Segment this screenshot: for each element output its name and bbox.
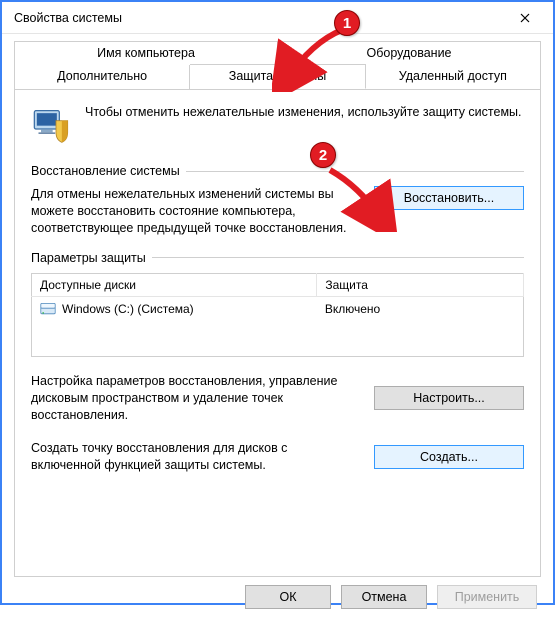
group-system-restore: Восстановление системы Для отмены нежела… — [31, 164, 524, 237]
divider — [152, 257, 524, 258]
intro-text: Чтобы отменить нежелательные изменения, … — [85, 104, 522, 146]
tab-advanced[interactable]: Дополнительно — [14, 65, 190, 90]
tab-strip: Имя компьютера Оборудование Дополнительн… — [2, 34, 553, 89]
tab-computer-name[interactable]: Имя компьютера — [14, 41, 278, 65]
annotation-badge-1: 1 — [334, 10, 360, 36]
ok-button[interactable]: ОК — [245, 585, 331, 609]
tab-remote[interactable]: Удаленный доступ — [366, 65, 541, 90]
panel-system-protection: Чтобы отменить нежелательные изменения, … — [14, 89, 541, 577]
drive-name: Windows (C:) (Система) — [62, 302, 194, 316]
configure-button[interactable]: Настроить... — [374, 386, 524, 410]
shield-monitor-icon — [31, 104, 73, 146]
drive-status: Включено — [317, 296, 524, 321]
close-icon — [520, 13, 530, 23]
legend-system-restore: Восстановление системы — [31, 164, 180, 178]
tab-system-protection[interactable]: Защита системы — [190, 64, 365, 89]
legend-protection: Параметры защиты — [31, 251, 146, 265]
create-point-description: Создать точку восстановления для дисков … — [31, 440, 356, 474]
configure-description: Настройка параметров восстановления, упр… — [31, 373, 356, 424]
create-point-button[interactable]: Создать... — [374, 445, 524, 469]
restore-button[interactable]: Восстановить... — [374, 186, 524, 210]
drives-table[interactable]: Доступные диски Защита Windows (C:) (Си — [31, 273, 524, 358]
close-button[interactable] — [505, 4, 545, 32]
titlebar: Свойства системы — [2, 2, 553, 34]
col-protection[interactable]: Защита — [317, 273, 524, 296]
annotation-badge-2: 2 — [310, 142, 336, 168]
group-protection-settings: Параметры защиты Доступные диски Защита — [31, 251, 524, 474]
window-title: Свойства системы — [14, 11, 122, 25]
cancel-button[interactable]: Отмена — [341, 585, 427, 609]
table-row[interactable]: Windows (C:) (Система) Включено — [32, 296, 524, 321]
apply-button[interactable]: Применить — [437, 585, 537, 609]
restore-description: Для отмены нежелательных изменений систе… — [31, 186, 356, 237]
dialog-footer: ОК Отмена Применить — [2, 585, 553, 621]
divider — [186, 171, 524, 172]
drive-icon — [40, 302, 56, 316]
table-header-row: Доступные диски Защита — [32, 273, 524, 296]
tab-hardware[interactable]: Оборудование — [278, 41, 541, 65]
col-drives[interactable]: Доступные диски — [32, 273, 317, 296]
intro-block: Чтобы отменить нежелательные изменения, … — [31, 104, 524, 146]
